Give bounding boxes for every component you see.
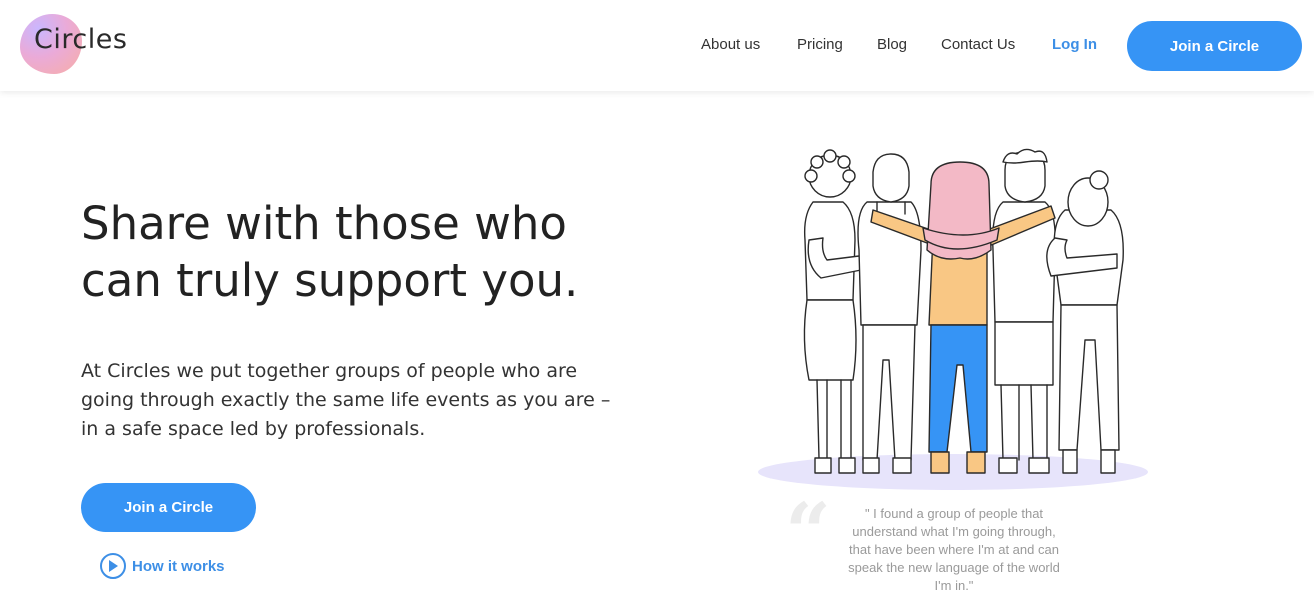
testimonial-line2: understand what I'm going through, bbox=[852, 524, 1056, 539]
site-header: Circles About us Pricing Blog Contact Us… bbox=[0, 0, 1314, 91]
quote-icon: “ bbox=[785, 485, 832, 579]
group-hug-illustration bbox=[755, 140, 1155, 495]
hero-title-line1: Share with those who bbox=[81, 197, 567, 250]
logo[interactable]: Circles bbox=[18, 12, 148, 76]
testimonial-line4: speak the new language of the world bbox=[848, 560, 1060, 575]
join-circle-header-button[interactable]: Join a Circle bbox=[1127, 21, 1302, 71]
testimonial-line5: I'm in." bbox=[934, 578, 974, 593]
logo-text: Circles bbox=[34, 24, 128, 55]
hero-desc-line3: in a safe space led by professionals. bbox=[81, 418, 426, 440]
hero-desc-line1: At Circles we put together groups of peo… bbox=[81, 360, 578, 382]
hero-description: At Circles we put together groups of peo… bbox=[81, 357, 651, 444]
hero-title-line2: can truly support you. bbox=[81, 254, 579, 307]
testimonial-line3: that have been where I'm at and can bbox=[849, 542, 1059, 557]
testimonial-text: " I found a group of people that underst… bbox=[830, 505, 1078, 595]
group-hug-svg bbox=[758, 148, 1148, 490]
nav-pricing[interactable]: Pricing bbox=[797, 36, 843, 53]
join-circle-hero-button[interactable]: Join a Circle bbox=[81, 483, 256, 532]
hero-title: Share with those who can truly support y… bbox=[81, 195, 681, 309]
hero-desc-line2: going through exactly the same life even… bbox=[81, 389, 611, 411]
nav-about-us[interactable]: About us bbox=[701, 36, 760, 53]
how-it-works-label: How it works bbox=[132, 557, 225, 575]
nav-blog[interactable]: Blog bbox=[877, 36, 907, 53]
how-it-works-link[interactable]: How it works bbox=[100, 551, 225, 581]
login-link[interactable]: Log In bbox=[1052, 36, 1097, 53]
nav-contact-us[interactable]: Contact Us bbox=[941, 36, 1015, 53]
play-icon bbox=[100, 553, 126, 579]
testimonial-line1: " I found a group of people that bbox=[864, 506, 1044, 521]
